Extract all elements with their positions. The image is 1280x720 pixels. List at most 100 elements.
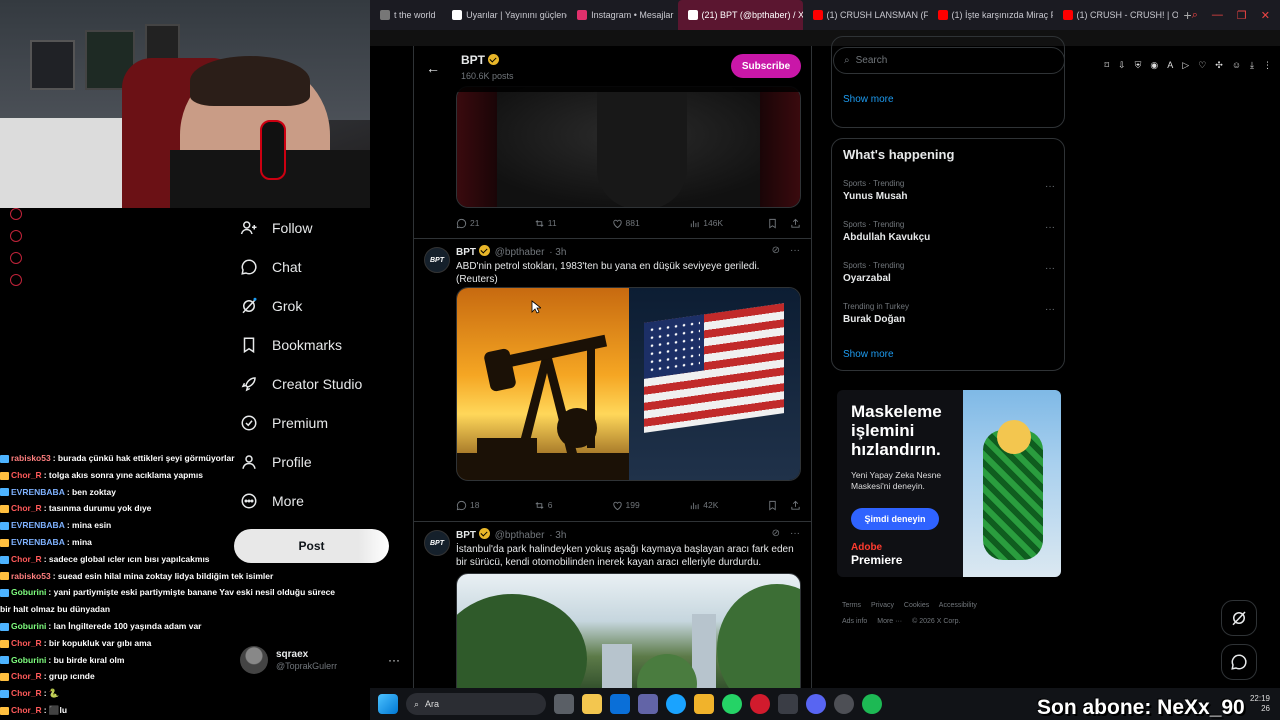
adobe-ad[interactable]: Maskeleme işlemini hızlandırın. Yeni Yap… [837,390,1061,577]
whatsapp-icon[interactable] [722,694,742,714]
shield-icon[interactable]: ⛨ [1135,60,1142,71]
nav-grok[interactable]: Grok [240,286,410,325]
file-explorer-icon[interactable] [582,694,602,714]
opera-gx-icon[interactable] [750,694,770,714]
mail-icon[interactable] [610,694,630,714]
search-input[interactable]: Search [856,55,888,66]
webcam-overlay [0,0,370,208]
app-icon[interactable] [778,694,798,714]
footer-link[interactable]: Cookies [904,602,929,609]
trend-item[interactable]: Sports · Trending Yunus Musah ··· [843,179,1055,202]
trend-item[interactable]: Sports · Trending Oyarzabal ··· [843,261,1055,284]
trend-item[interactable]: Sports · Trending Abdullah Kavukçu ··· [843,220,1055,243]
puzzle-icon[interactable]: ✣ [1215,60,1223,71]
share-icon[interactable] [790,500,801,511]
maximize-icon[interactable]: ❐ [1237,9,1247,22]
play-icon[interactable]: ▷ [1182,60,1189,71]
settings-icon[interactable] [10,274,22,286]
nav-premium[interactable]: Premium [240,403,410,442]
sidebar-dot-icon[interactable] [10,208,22,220]
heart-icon[interactable]: ♡ [1198,60,1206,71]
nav-chat[interactable]: Chat [240,247,410,286]
obs-icon[interactable] [834,694,854,714]
teams-icon[interactable] [638,694,658,714]
download-icon[interactable]: ⇩ [1118,60,1126,71]
avatar[interactable]: BPT [424,247,450,273]
nav-bookmarks[interactable]: Bookmarks [240,325,410,364]
new-tab-button[interactable]: + [1184,7,1192,23]
repost-button[interactable]: 6 [534,500,612,511]
views-button[interactable]: 42K [689,500,767,511]
more-dots-icon[interactable]: ··· [1045,263,1055,274]
chat-username: Chor_R [11,688,42,699]
history-icon[interactable] [10,230,22,242]
like-button[interactable]: 199 [612,500,690,511]
browser-tab[interactable]: Uyarılar | Yayınını güçlendir [442,0,567,30]
footer-link[interactable]: Accessibility [939,602,977,609]
ad-cta-button[interactable]: Şimdi deneyin [851,508,939,530]
profile-icon[interactable]: ☺ [1232,60,1241,71]
browser-tab[interactable]: (1) İşte karşınızda Miraç F [928,0,1053,30]
browser-tab[interactable]: t the world [370,0,442,30]
reply-button[interactable]: 21 [456,218,534,229]
author-name[interactable]: BPT [456,530,476,541]
post-media-video[interactable] [456,86,801,208]
windows-start-icon[interactable] [378,694,398,714]
search-tabs-icon[interactable]: ⌕ [1192,9,1198,22]
more-dots-icon[interactable]: ··· [790,245,800,256]
task-view-icon[interactable] [554,694,574,714]
more-dots-icon[interactable]: ··· [1045,304,1055,315]
share-icon[interactable] [790,218,801,229]
grok-button[interactable] [1221,600,1257,636]
folder-icon[interactable] [694,694,714,714]
bookmark-icon[interactable] [767,218,778,229]
grok-explain-icon[interactable]: ⊘ [772,528,780,539]
back-arrow-icon[interactable]: ← [426,60,440,76]
trend-item[interactable]: Trending in Turkey Burak Doğan ··· [843,302,1055,325]
spotify-icon[interactable] [862,694,882,714]
extensions-icon[interactable] [10,252,22,264]
show-more-link[interactable]: Show more [843,94,894,105]
system-clock[interactable]: 22:19 26 [1250,694,1270,714]
views-button[interactable]: 146K [689,218,767,229]
bookmark-icon[interactable] [767,500,778,511]
post-media-image[interactable] [456,573,801,693]
nav-follow[interactable]: Follow [240,208,410,247]
subscribe-button[interactable]: Subscribe [731,54,801,78]
grok-explain-icon[interactable]: ⊘ [772,245,780,256]
repost-button[interactable]: 11 [534,218,612,229]
more-dots-icon[interactable]: ··· [790,528,800,539]
reply-button[interactable]: 18 [456,500,534,511]
camera-icon[interactable]: ◉ [1150,60,1158,71]
author-name[interactable]: BPT [456,247,476,258]
discord-icon[interactable] [806,694,826,714]
downloads-icon[interactable]: ⤓ [1250,60,1254,71]
browser-tab-active[interactable]: (21) BPT (@bpthaber) / X [677,0,803,30]
taskbar-search[interactable]: ⌕ Ara [406,693,546,715]
chat-message: Chor_R: ⬛lu [0,702,360,719]
post[interactable]: BPT BPT @bpthaber · 3h ⊘ ··· ABD'nin petr… [414,238,811,521]
more-dots-icon[interactable]: ··· [1045,181,1055,192]
browser-tab[interactable]: (1) CRUSH - CRUSH! | Offi [1053,0,1178,30]
like-button[interactable]: 881 [612,218,690,229]
minimize-icon[interactable]: — [1212,9,1223,22]
post-media-image[interactable] [456,287,801,481]
browser-tab[interactable]: Instagram • Mesajlar [567,0,677,30]
footer-link[interactable]: Ads info [842,618,867,625]
footer-link[interactable]: Privacy [871,602,894,609]
show-more-link[interactable]: Show more [843,349,894,360]
edge-icon[interactable] [666,694,686,714]
messages-button[interactable] [1221,644,1257,680]
translate-icon[interactable]: A [1167,60,1173,71]
more-dots-icon[interactable]: ··· [1045,222,1055,233]
bookmark-page-icon[interactable]: ⌑ [1104,60,1109,71]
nav-creator-studio[interactable]: Creator Studio [240,364,410,403]
search-box[interactable]: ⌕ Search [833,47,1065,74]
browser-tab[interactable]: (1) CRUSH LANSMAN (Fa [803,0,928,30]
footer-link[interactable]: More ··· [877,618,902,625]
close-icon[interactable]: ✕ [1261,9,1270,22]
more-dots-icon[interactable]: ··· [388,653,400,667]
footer-link[interactable]: Terms [842,602,861,609]
avatar[interactable]: BPT [424,530,450,556]
menu-icon[interactable]: ⋮ [1263,60,1272,71]
